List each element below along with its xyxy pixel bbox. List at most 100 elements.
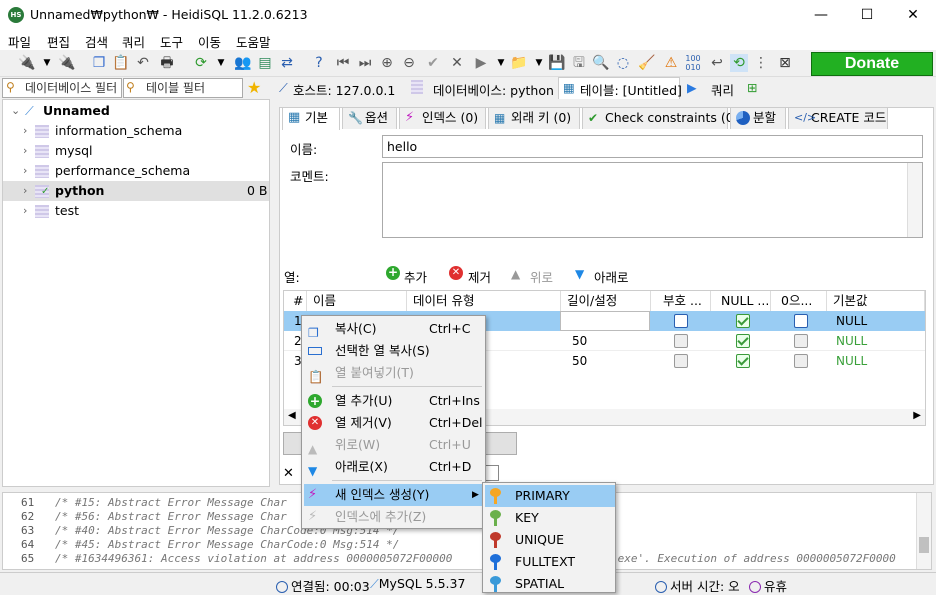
tab-check-constraints[interactable]: ✔ Check constraints (0) (582, 107, 739, 129)
submenu-item-fulltext[interactable]: FULLTEXT (485, 551, 615, 573)
scroll-right-icon[interactable]: ▶ (913, 410, 921, 421)
connect-icon[interactable]: 🔌 (18, 54, 36, 72)
menu-tools[interactable]: 도구 (160, 32, 183, 51)
expand-icon[interactable]: ⌄ (11, 101, 20, 121)
copy-icon[interactable]: ❐ (90, 54, 108, 72)
menu-item-remove-column[interactable]: ✕ 열 제거(V) Ctrl+Del (304, 412, 485, 434)
grid-header-zerofill[interactable]: 0으... (771, 291, 827, 311)
allow-null-checkbox[interactable] (736, 354, 750, 368)
table-filter-input[interactable]: 테이블 필터 (123, 78, 243, 98)
replace-icon[interactable]: ◌ (614, 54, 632, 72)
submenu-item-primary[interactable]: PRIMARY (485, 485, 615, 507)
length-cell[interactable]: 50 (572, 334, 587, 348)
tab-options[interactable]: 🔧 옵션 (342, 107, 397, 129)
print-icon[interactable]: 🖶 (158, 54, 176, 72)
disconnect-icon[interactable]: 🔌 (58, 54, 76, 72)
delete-row-icon[interactable]: ⊖ (400, 54, 418, 72)
menu-item-copy[interactable]: ❐ 복사(C) Ctrl+C (304, 318, 485, 340)
tab-foreign-keys[interactable]: ▦ 외래 키 (0) (488, 107, 580, 129)
user-manager-icon[interactable]: 👥 (234, 54, 252, 72)
help-icon[interactable]: ? (310, 54, 328, 72)
tree-item-python[interactable]: › ✓ python 0 B (3, 181, 269, 201)
length-cell[interactable]: 50 (572, 354, 587, 368)
grid-header-num[interactable]: # (284, 291, 307, 311)
menu-item-move-down[interactable]: ▼ 아래로(X) Ctrl+D (304, 456, 485, 478)
menu-query[interactable]: 쿼리 (122, 32, 145, 51)
tree-item-test[interactable]: › test (3, 201, 269, 221)
scrollbar-thumb[interactable] (919, 537, 929, 553)
default-value-cell[interactable]: NULL (836, 314, 867, 328)
donate-button[interactable]: Donate (811, 52, 933, 76)
tab-database[interactable]: 데이터베이스: python (433, 80, 554, 99)
close-button[interactable]: ✕ (890, 0, 936, 30)
paste-icon[interactable]: 📋 (112, 54, 130, 72)
allow-null-checkbox[interactable] (736, 334, 750, 348)
new-query-tab-icon[interactable]: ⊞ (747, 80, 757, 95)
tab-table[interactable]: 테이블: [Untitled] (580, 80, 682, 99)
first-icon[interactable]: ⏮ (334, 54, 352, 72)
small-input[interactable] (484, 465, 499, 481)
binary-icon[interactable]: 100 010 (684, 54, 702, 72)
scroll-left-icon[interactable]: ◀ (288, 410, 296, 421)
grid-header-unsigned[interactable]: 부호 ... (651, 291, 711, 311)
menu-go[interactable]: 이동 (198, 32, 221, 51)
tab-indexes[interactable]: ⚡ 인덱스 (0) (399, 107, 486, 129)
wrap-icon[interactable]: ↩ (708, 54, 726, 72)
menu-item-add-column[interactable]: + 열 추가(U) Ctrl+Ins (304, 390, 485, 412)
submenu-item-spatial[interactable]: SPATIAL (485, 573, 615, 595)
tab-partitions[interactable]: 분할 (730, 107, 786, 129)
grid-header-name[interactable]: 이름 (307, 291, 407, 311)
log-scrollbar[interactable] (916, 493, 931, 569)
maximize-button[interactable]: ☐ (844, 0, 890, 30)
save-snippet-icon[interactable]: 🖫 (570, 54, 588, 72)
menu-item-create-index[interactable]: ⚡ 새 인덱스 생성(Y) ▶ (304, 484, 485, 506)
tree-item-information-schema[interactable]: › information_schema (3, 121, 269, 141)
favorite-star-icon[interactable]: ★ (247, 78, 261, 97)
allow-null-checkbox[interactable] (736, 314, 750, 328)
expand-icon[interactable]: › (23, 181, 27, 201)
tree-root[interactable]: ⌄ ⟋ Unnamed (3, 101, 269, 121)
expand-icon[interactable]: › (23, 141, 27, 161)
unsigned-checkbox[interactable] (674, 354, 688, 368)
table-name-input[interactable]: hello (382, 135, 923, 158)
menu-item-copy-selected-columns[interactable]: 선택한 열 복사(S) (304, 340, 485, 362)
menu-help[interactable]: 도움말 (236, 32, 271, 51)
dropdown-icon[interactable]: ▼ (38, 54, 56, 72)
format-icon[interactable]: ⋮ (752, 54, 770, 72)
grid-header-null[interactable]: NULL ... (711, 291, 771, 311)
default-value-cell[interactable]: NULL (836, 354, 867, 368)
find-icon[interactable]: 🔍 (592, 54, 610, 72)
move-down-button[interactable]: 아래로 (594, 267, 629, 286)
remove-column-icon[interactable]: ✕ (449, 266, 463, 280)
run-icon[interactable]: ▶ (472, 54, 490, 72)
close-icon[interactable]: ✕ (283, 466, 294, 481)
menu-edit[interactable]: 편집 (47, 32, 70, 51)
expand-icon[interactable]: › (23, 161, 27, 181)
comment-scrollbar[interactable] (907, 163, 922, 237)
add-column-button[interactable]: 추가 (404, 267, 427, 286)
tab-basic[interactable]: ▦ 기본 (282, 107, 340, 130)
expand-icon[interactable]: › (23, 201, 27, 221)
save-icon[interactable]: 💾 (548, 54, 566, 72)
submenu-item-unique[interactable]: UNIQUE (485, 529, 615, 551)
refresh-icon[interactable]: ⟳ (192, 54, 210, 72)
add-row-icon[interactable]: ⊕ (378, 54, 396, 72)
length-cell-editing[interactable] (560, 311, 650, 331)
database-filter-input[interactable]: 데이터베이스 필터 (2, 78, 122, 98)
grid-header-type[interactable]: 데이터 유형 (407, 291, 561, 311)
refresh-dropdown-icon[interactable]: ▼ (212, 54, 230, 72)
default-value-cell[interactable]: NULL (836, 334, 867, 348)
autorefresh-icon[interactable]: ⟲ (730, 54, 748, 72)
cancel-icon[interactable]: ✕ (448, 54, 466, 72)
last-icon[interactable]: ⏭ (356, 54, 374, 72)
add-column-icon[interactable]: + (386, 266, 400, 280)
grid-header-default[interactable]: 기본값 (827, 291, 925, 311)
unsigned-checkbox[interactable] (674, 334, 688, 348)
open-folder-icon[interactable]: 📁 (510, 54, 528, 72)
tab-host[interactable]: 호스트: 127.0.0.1 (293, 80, 395, 99)
clear-icon[interactable]: 🧹 (638, 54, 656, 72)
open-dropdown-icon[interactable]: ▼ (530, 54, 548, 72)
menu-item-add-to-index[interactable]: ⚡ 인덱스에 추가(Z) (304, 506, 485, 528)
unsigned-checkbox[interactable] (674, 314, 688, 328)
menu-item-paste-columns[interactable]: 📋 열 붙여넣기(T) (304, 362, 485, 384)
